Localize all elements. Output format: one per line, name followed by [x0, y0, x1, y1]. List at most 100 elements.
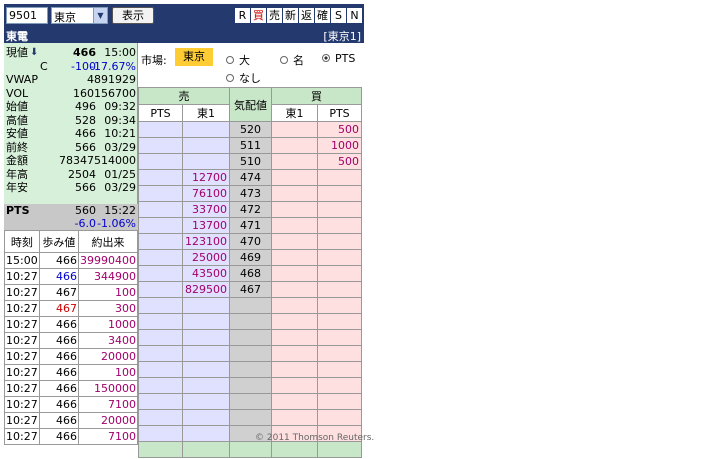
board-price[interactable] [229, 377, 272, 394]
board-ask[interactable]: 33700 [182, 201, 230, 218]
board-price[interactable] [229, 409, 272, 426]
board-ask[interactable]: 43500 [182, 265, 230, 282]
board-ask-pts[interactable] [138, 393, 183, 410]
board-ask-pts[interactable] [138, 425, 183, 442]
board-price[interactable]: 469 [229, 249, 272, 266]
stock-code-input[interactable]: 9501 [6, 7, 48, 24]
board-price[interactable]: 474 [229, 169, 272, 186]
board-ask[interactable] [182, 425, 230, 442]
board-bid-pts[interactable]: 500 [317, 153, 362, 170]
board-ask[interactable]: 123100 [182, 233, 230, 250]
board-bid[interactable] [271, 217, 318, 234]
board-ask-pts[interactable] [138, 329, 183, 346]
board-bid[interactable] [271, 377, 318, 394]
board-bid-pts[interactable] [317, 393, 362, 410]
board-ask[interactable] [182, 361, 230, 378]
board-bid[interactable] [271, 249, 318, 266]
board-bid[interactable] [271, 313, 318, 330]
board-price[interactable]: 511 [229, 137, 272, 154]
board-ask[interactable] [182, 297, 230, 314]
board-bid-pts[interactable]: 1000 [317, 137, 362, 154]
chevron-down-icon[interactable]: ▼ [93, 8, 107, 23]
market-select[interactable]: 東京 ▼ [51, 7, 108, 24]
board-bid-pts[interactable]: 500 [317, 121, 362, 138]
board-bid[interactable] [271, 201, 318, 218]
show-button[interactable]: 表示 [112, 7, 154, 24]
board-ask-pts[interactable] [138, 217, 183, 234]
board-price[interactable]: 520 [229, 121, 272, 138]
board-ask[interactable] [182, 409, 230, 426]
board-bid-pts[interactable] [317, 313, 362, 330]
board-ask[interactable] [182, 137, 230, 154]
board-ask[interactable] [182, 345, 230, 362]
board-ask[interactable] [182, 121, 230, 138]
board-price[interactable]: 472 [229, 201, 272, 218]
board-bid[interactable] [271, 329, 318, 346]
board-price[interactable]: 467 [229, 281, 272, 298]
board-ask-pts[interactable] [138, 377, 183, 394]
board-ask[interactable]: 829500 [182, 281, 230, 298]
board-ask-pts[interactable] [138, 249, 183, 266]
board-price[interactable] [229, 361, 272, 378]
board-bid-pts[interactable] [317, 169, 362, 186]
order-button[interactable]: 確 [315, 8, 330, 23]
board-ask-pts[interactable] [138, 169, 183, 186]
board-price[interactable] [229, 345, 272, 362]
board-bid-pts[interactable] [317, 361, 362, 378]
board-ask[interactable] [182, 377, 230, 394]
board-bid[interactable] [271, 393, 318, 410]
board-bid-pts[interactable] [317, 185, 362, 202]
board-bid-pts[interactable] [317, 345, 362, 362]
board-price[interactable]: 473 [229, 185, 272, 202]
market-tokyo-button[interactable]: 東京 [175, 48, 213, 66]
board-bid-pts[interactable] [317, 297, 362, 314]
board-bid-pts[interactable] [317, 329, 362, 346]
order-button[interactable]: N [347, 8, 362, 23]
board-bid[interactable] [271, 361, 318, 378]
board-bid[interactable] [271, 153, 318, 170]
board-ask-pts[interactable] [138, 313, 183, 330]
board-ask-pts[interactable] [138, 281, 183, 298]
board-ask-pts[interactable] [138, 409, 183, 426]
board-bid[interactable] [271, 185, 318, 202]
board-bid[interactable] [271, 137, 318, 154]
board-ask-pts[interactable] [138, 361, 183, 378]
board-bid[interactable] [271, 121, 318, 138]
board-bid-pts[interactable] [317, 409, 362, 426]
board-bid[interactable] [271, 233, 318, 250]
order-button[interactable]: 返 [299, 8, 314, 23]
board-ask-pts[interactable] [138, 153, 183, 170]
board-bid-pts[interactable] [317, 281, 362, 298]
board-ask[interactable]: 12700 [182, 169, 230, 186]
board-price[interactable] [229, 393, 272, 410]
order-button[interactable]: 買 [251, 8, 266, 23]
order-button[interactable]: R [235, 8, 250, 23]
board-bid[interactable] [271, 409, 318, 426]
board-price[interactable]: 510 [229, 153, 272, 170]
board-price[interactable] [229, 297, 272, 314]
market-radio-osaka[interactable]: 大 [226, 52, 250, 68]
board-bid-pts[interactable] [317, 233, 362, 250]
board-ask-pts[interactable] [138, 265, 183, 282]
board-bid[interactable] [271, 281, 318, 298]
market-radio-pts[interactable]: PTS [322, 52, 355, 65]
board-bid-pts[interactable] [317, 249, 362, 266]
board-bid-pts[interactable] [317, 265, 362, 282]
board-ask[interactable] [182, 393, 230, 410]
board-ask-pts[interactable] [138, 137, 183, 154]
board-ask[interactable]: 25000 [182, 249, 230, 266]
board-bid[interactable] [271, 297, 318, 314]
board-bid-pts[interactable] [317, 201, 362, 218]
board-price[interactable]: 471 [229, 217, 272, 234]
order-button[interactable]: 新 [283, 8, 298, 23]
board-price[interactable] [229, 329, 272, 346]
board-ask-pts[interactable] [138, 297, 183, 314]
market-radio-none[interactable]: なし [226, 70, 261, 86]
board-ask-pts[interactable] [138, 121, 183, 138]
order-button[interactable]: 売 [267, 8, 282, 23]
order-button[interactable]: S [331, 8, 346, 23]
board-ask[interactable]: 13700 [182, 217, 230, 234]
board-price[interactable] [229, 313, 272, 330]
board-ask[interactable]: 76100 [182, 185, 230, 202]
market-radio-nagoya[interactable]: 名 [280, 52, 304, 68]
